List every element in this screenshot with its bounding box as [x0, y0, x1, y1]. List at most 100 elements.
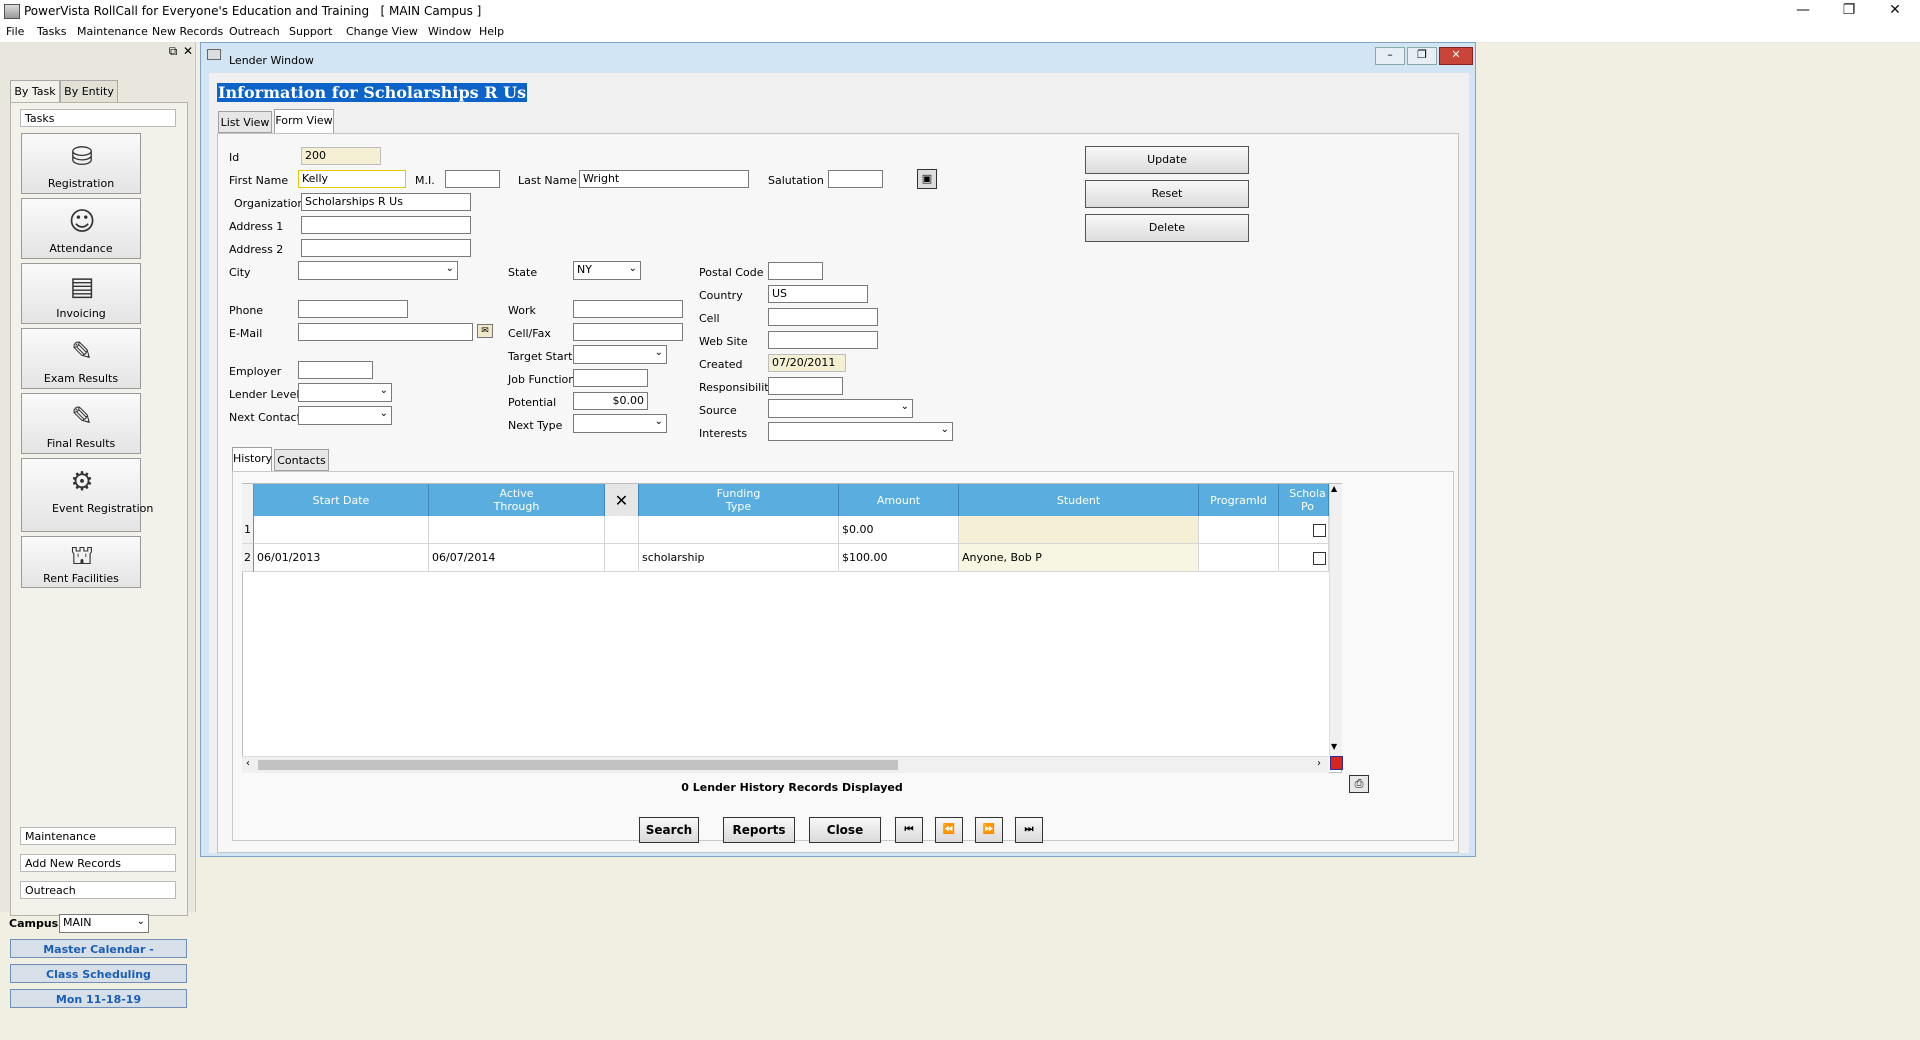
cell-funding-type[interactable]: scholarship: [639, 544, 839, 572]
country-field[interactable]: US: [768, 285, 868, 303]
cell-program-id[interactable]: [1199, 516, 1279, 544]
cell-program-id[interactable]: [1199, 544, 1279, 572]
col-amount[interactable]: Amount: [839, 484, 959, 516]
cell-start-date[interactable]: [254, 516, 429, 544]
work-field[interactable]: [573, 300, 683, 318]
reports-button[interactable]: Reports: [723, 817, 795, 843]
section-maintenance[interactable]: Maintenance: [20, 827, 176, 845]
previous-record-icon[interactable]: ⏪: [935, 817, 963, 843]
close-icon[interactable]: ✕: [1872, 0, 1918, 22]
restore-icon[interactable]: ❐: [1826, 0, 1872, 22]
vertical-scrollbar[interactable]: ▲ ▼: [1329, 484, 1342, 756]
cell-start-date[interactable]: 06/01/2013: [254, 544, 429, 572]
job-function-field[interactable]: [573, 369, 648, 387]
menu-support[interactable]: Support: [289, 25, 332, 38]
cell-clear[interactable]: [605, 544, 639, 572]
mi-field[interactable]: [445, 170, 500, 188]
next-record-icon[interactable]: ⏩: [975, 817, 1003, 843]
address1-field[interactable]: [301, 216, 471, 234]
contact-card-icon[interactable]: ▣: [917, 169, 937, 189]
lender-level-select[interactable]: ⌄: [298, 383, 392, 402]
horizontal-scrollbar[interactable]: ‹ ›: [242, 756, 1329, 773]
task-invoicing[interactable]: ▤ Invoicing: [21, 263, 141, 324]
task-exam-results[interactable]: ✎ Exam Results: [21, 328, 141, 389]
organization-field[interactable]: Scholarships R Us: [301, 193, 471, 211]
grid-options-icon[interactable]: [1330, 756, 1343, 770]
section-tasks[interactable]: Tasks: [20, 109, 176, 127]
col-funding-type[interactable]: Funding Type: [639, 484, 839, 516]
cell-active-through[interactable]: [429, 516, 605, 544]
task-attendance[interactable]: ☺ Attendance: [21, 198, 141, 259]
cell-student[interactable]: [959, 516, 1199, 544]
scroll-down-icon[interactable]: ▼: [1331, 742, 1337, 751]
first-name-field[interactable]: Kelly: [298, 170, 406, 188]
cell-funding-type[interactable]: [639, 516, 839, 544]
tab-contacts[interactable]: Contacts: [274, 449, 329, 471]
today-button[interactable]: Mon 11-18-19: [10, 989, 187, 1008]
city-select[interactable]: ⌄: [298, 261, 458, 280]
scroll-thumb[interactable]: [258, 760, 898, 770]
update-button[interactable]: Update: [1085, 146, 1249, 174]
employer-field[interactable]: [298, 361, 373, 379]
menu-maintenance[interactable]: Maintenance: [77, 25, 148, 38]
email-field[interactable]: [298, 323, 473, 341]
menu-change-view[interactable]: Change View: [346, 25, 418, 38]
scholarship-checkbox[interactable]: [1313, 552, 1326, 565]
last-name-field[interactable]: Wright: [579, 170, 749, 188]
col-start-date[interactable]: Start Date: [254, 484, 429, 516]
tab-by-entity[interactable]: By Entity: [60, 80, 118, 103]
cell-amount[interactable]: $100.00: [839, 544, 959, 572]
menu-outreach[interactable]: Outreach: [229, 25, 280, 38]
address2-field[interactable]: [301, 239, 471, 257]
scroll-right-icon[interactable]: ›: [1317, 758, 1321, 769]
menu-help[interactable]: Help: [479, 25, 504, 38]
tab-by-task[interactable]: By Task: [10, 80, 60, 103]
first-record-icon[interactable]: ⏮: [895, 817, 923, 843]
website-field[interactable]: [768, 331, 878, 349]
print-icon[interactable]: ⎙: [1349, 775, 1369, 793]
reset-button[interactable]: Reset: [1085, 180, 1249, 208]
menu-window[interactable]: Window: [428, 25, 471, 38]
salutation-field[interactable]: [828, 170, 883, 188]
close-button[interactable]: Close: [809, 817, 881, 843]
phone-field[interactable]: [298, 300, 408, 318]
section-outreach[interactable]: Outreach: [20, 881, 176, 899]
menu-new-records[interactable]: New Records: [152, 25, 223, 38]
next-type-select[interactable]: ⌄: [573, 414, 667, 433]
delete-button[interactable]: Delete: [1085, 214, 1249, 242]
cell-active-through[interactable]: 06/07/2014: [429, 544, 605, 572]
pin-icon[interactable]: ⧉: [166, 44, 180, 58]
email-send-icon[interactable]: ✉: [477, 324, 493, 338]
menu-tasks[interactable]: Tasks: [37, 25, 66, 38]
cell-field[interactable]: [768, 308, 878, 326]
interests-select[interactable]: ⌄: [768, 422, 953, 441]
task-event-registration[interactable]: ⚙ Event Registration: [21, 458, 153, 532]
lw-close-icon[interactable]: ✕: [1439, 47, 1473, 65]
master-calendar-button[interactable]: Master Calendar - November: [10, 939, 187, 975]
cellfax-field[interactable]: [573, 323, 683, 341]
row-number[interactable]: 1: [242, 516, 254, 544]
menu-file[interactable]: File: [6, 25, 24, 38]
tab-list-view[interactable]: List View: [218, 111, 272, 133]
section-add-new-records[interactable]: Add New Records: [20, 854, 176, 872]
tab-form-view[interactable]: Form View: [274, 109, 334, 134]
scholarship-checkbox[interactable]: [1313, 524, 1326, 537]
col-scholarship-po[interactable]: Schola Po: [1279, 484, 1329, 516]
cell-clear[interactable]: [605, 516, 639, 544]
source-select[interactable]: ⌄: [768, 399, 913, 418]
cell-student[interactable]: Anyone, Bob P: [959, 544, 1199, 572]
scroll-left-icon[interactable]: ‹: [246, 758, 250, 769]
scroll-up-icon[interactable]: ▲: [1331, 484, 1337, 493]
col-student[interactable]: Student: [959, 484, 1199, 516]
campus-select[interactable]: MAIN ⌄: [59, 914, 149, 933]
col-clear-icon[interactable]: ✕: [605, 484, 639, 516]
row-number[interactable]: 2: [242, 544, 254, 572]
col-program-id[interactable]: ProgramId: [1199, 484, 1279, 516]
potential-field[interactable]: $0.00: [573, 392, 648, 410]
lw-restore-icon[interactable]: ❐: [1407, 47, 1437, 65]
next-contact-select[interactable]: ⌄: [298, 406, 392, 425]
target-start-select[interactable]: ⌄: [573, 345, 667, 364]
search-button[interactable]: Search: [639, 817, 699, 843]
task-final-results[interactable]: ✎ Final Results: [21, 393, 141, 454]
last-record-icon[interactable]: ⏭: [1015, 817, 1043, 843]
